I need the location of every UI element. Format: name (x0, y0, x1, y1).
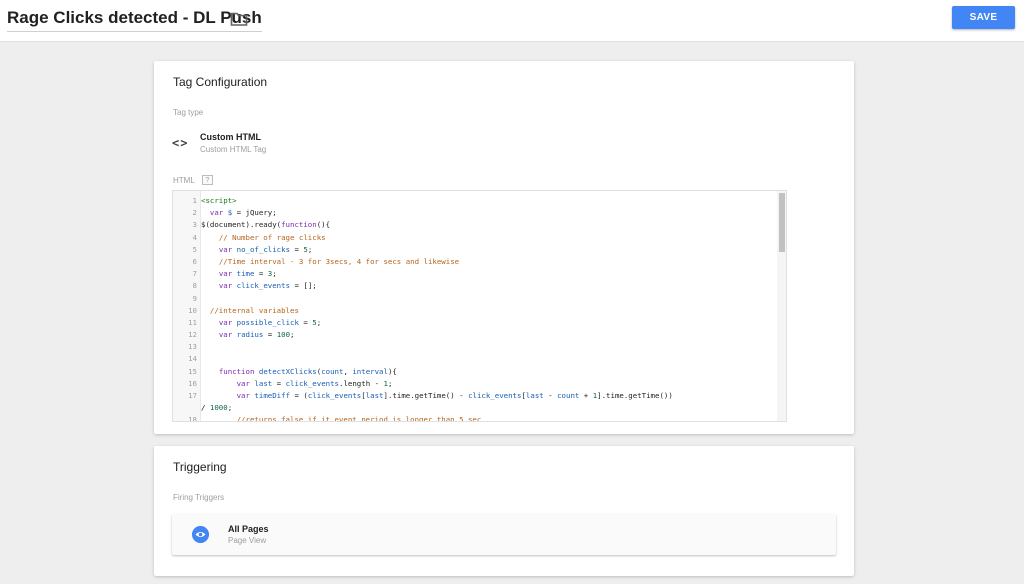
code-text: var radius = 100; (218, 330, 295, 340)
code-text: var no_of_clicks = 5; (218, 244, 313, 254)
line-number: 12 (188, 330, 197, 340)
line-number: 14 (188, 354, 197, 364)
line-number: 5 (192, 244, 197, 254)
code-line: 5 var no_of_clicks = 5; (173, 244, 773, 256)
code-line: 16 var last = click_events.length - 1; (173, 378, 773, 390)
triggering-card[interactable]: Triggering Firing Triggers All Pages Pag… (154, 446, 854, 576)
line-number: 2 (192, 208, 197, 218)
code-text: var time = 3; (218, 269, 277, 279)
code-text: // Number of rage clicks (218, 232, 326, 242)
editor-scrollbar[interactable] (777, 191, 786, 421)
scrollbar-thumb[interactable] (779, 193, 785, 252)
code-line: 17 var timeDiff = (click_events[last].ti… (173, 390, 773, 402)
code-text: //internal variables (209, 305, 299, 315)
trigger-type: Page View (228, 536, 267, 545)
line-number: 13 (188, 342, 197, 352)
code-line: 18 //returns false if it event period is… (173, 414, 773, 422)
html-label: HTML (173, 176, 195, 185)
code-line: 10 //internal variables (173, 305, 773, 317)
code-line: 3 $(document).ready(function(){ (173, 219, 773, 231)
code-text: $(document).ready(function(){ (201, 220, 331, 230)
tag-type-name: Custom HTML (200, 132, 261, 142)
line-number: 15 (188, 366, 197, 376)
folder-icon[interactable] (230, 11, 248, 27)
code-line: 9 (173, 293, 773, 305)
code-line: 11 var possible_click = 5; (173, 317, 773, 329)
line-number: 10 (188, 305, 197, 315)
code-line: 4 // Number of rage clicks (173, 232, 773, 244)
code-line: 14 (173, 353, 773, 365)
line-number: 3 (192, 220, 197, 230)
code-text: / 1000; (201, 403, 233, 413)
code-text: var last = click_events.length - 1; (236, 378, 393, 388)
code-line: 12 var radius = 100; (173, 329, 773, 341)
card-title: Tag Configuration (173, 75, 268, 89)
tag-type-label: Tag type (173, 108, 204, 117)
code-text: <script> (201, 196, 237, 205)
code-lines: 1 <script> 2 var $ = jQuery; 3 $(document).r… (173, 195, 773, 422)
line-number: 1 (192, 196, 197, 205)
firing-triggers-label: Firing Triggers (173, 493, 225, 502)
code-text: //Time interval - 3 for 3secs, 4 for sec… (218, 256, 460, 266)
code-line: 1 <script> (173, 195, 773, 207)
code-text: var timeDiff = (click_events[last].time.… (236, 391, 673, 400)
code-line: 15 function detectXClicks(count, interva… (173, 366, 773, 378)
line-number: 7 (192, 269, 197, 279)
code-text: var $ = jQuery; (209, 208, 277, 218)
tag-configuration-card[interactable]: Tag Configuration Tag type <> Custom HTM… (154, 61, 854, 434)
line-number: 16 (188, 378, 197, 388)
line-number: 4 (192, 232, 197, 242)
trigger-item[interactable]: All Pages Page View (172, 514, 836, 555)
code-text: var click_events = []; (218, 281, 317, 291)
card-title: Triggering (173, 460, 227, 474)
trigger-name: All Pages (228, 524, 269, 534)
line-number: 11 (188, 317, 197, 327)
code-line: / 1000; (173, 402, 773, 414)
line-number: 17 (188, 391, 197, 400)
code-line: 13 (173, 341, 773, 353)
code-line: 7 var time = 3; (173, 268, 773, 280)
html-code-editor[interactable]: 1 <script> 2 var $ = jQuery; 3 $(document).r… (172, 190, 787, 422)
code-line: 2 var $ = jQuery; (173, 207, 773, 219)
line-number: 9 (192, 293, 197, 303)
code-text: function detectXClicks(count, interval){ (218, 366, 397, 376)
tag-name-title[interactable]: Rage Clicks detected - DL Push (7, 8, 262, 32)
line-number: 6 (192, 256, 197, 266)
line-number: 8 (192, 281, 197, 291)
code-line: 6 //Time interval - 3 for 3secs, 4 for s… (173, 256, 773, 268)
eye-icon (192, 526, 209, 543)
code-line: 8 var click_events = []; (173, 280, 773, 292)
line-number: 18 (188, 415, 197, 422)
help-icon[interactable]: ? (202, 175, 213, 185)
tag-type-subtitle: Custom HTML Tag (200, 145, 267, 154)
top-bar: Rage Clicks detected - DL Push SAVE (0, 0, 1024, 42)
code-text: var possible_click = 5; (218, 317, 322, 327)
save-button[interactable]: SAVE (952, 6, 1015, 29)
code-brackets-icon: <> (172, 136, 189, 150)
code-text: //returns false if it event period is lo… (236, 415, 482, 422)
